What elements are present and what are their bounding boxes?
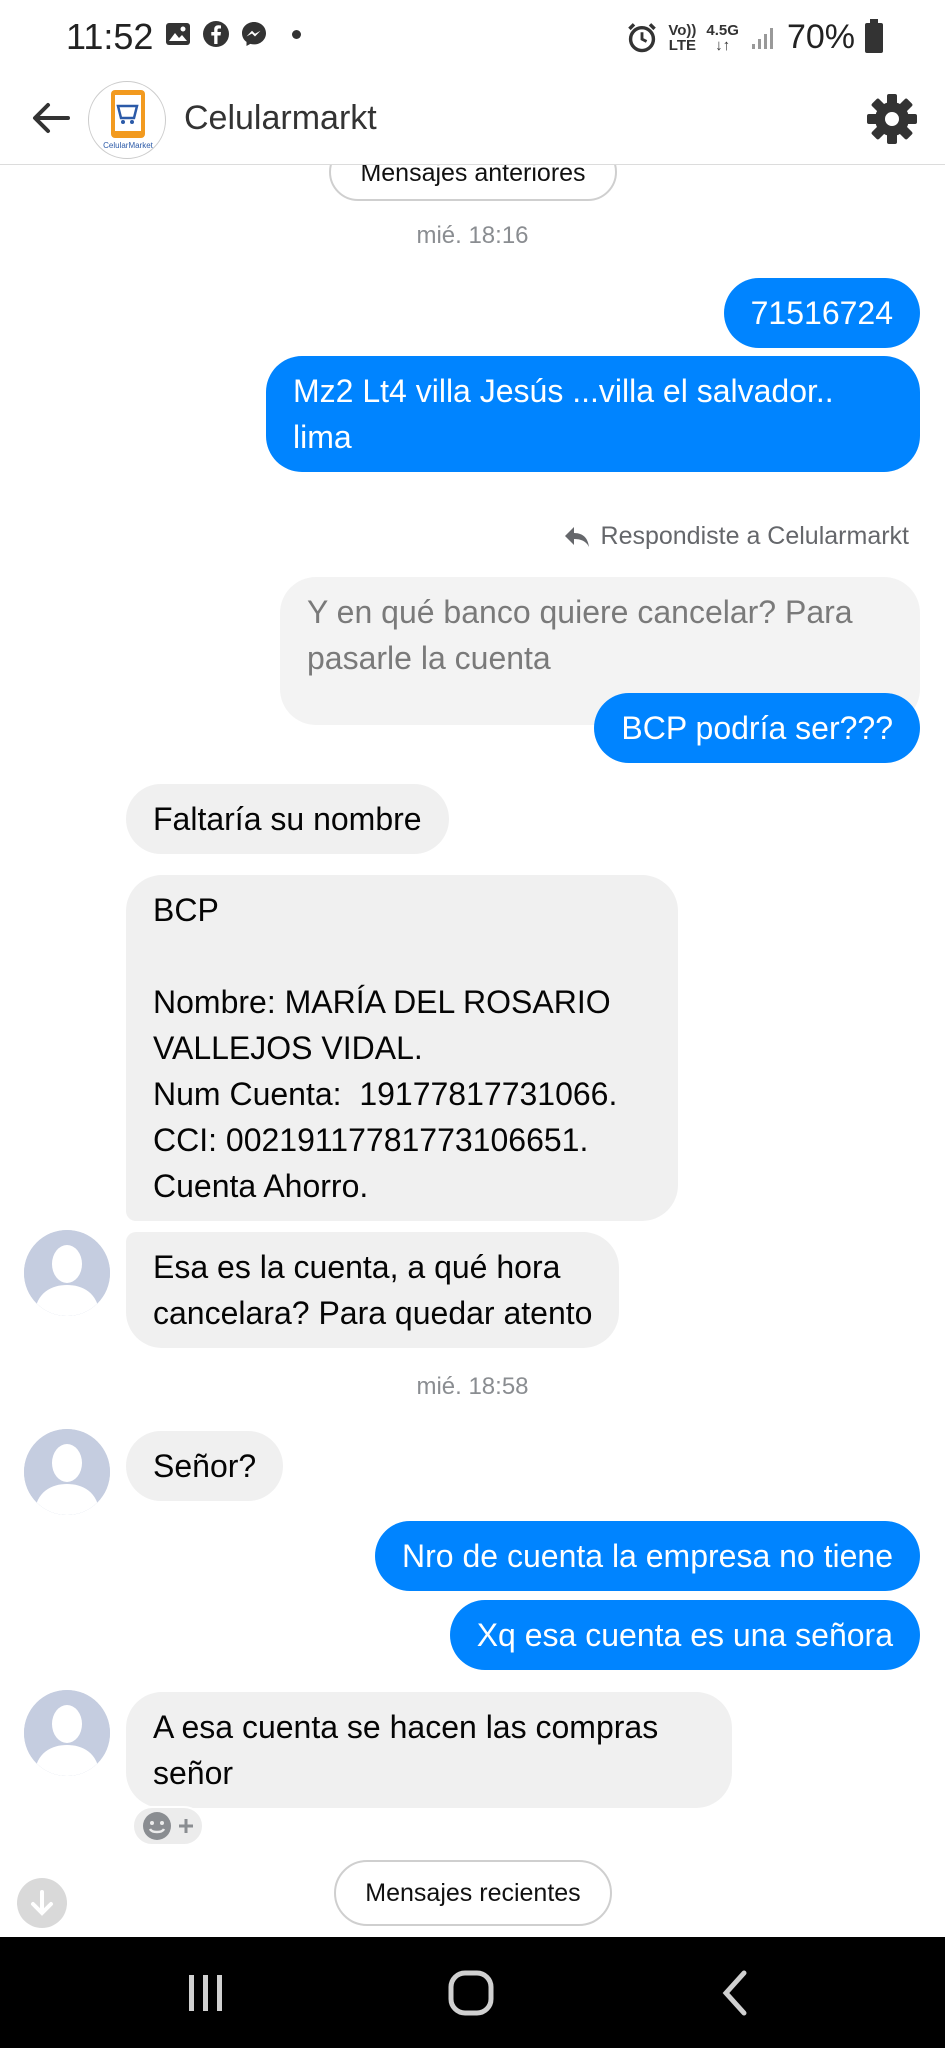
battery-percent: 70% [786, 18, 855, 56]
back-icon[interactable] [706, 1965, 766, 2021]
outgoing-message[interactable]: 71516724 [723, 278, 920, 348]
default-user-icon [24, 1429, 110, 1515]
plus-icon [179, 1819, 193, 1833]
reply-indicator: Respondiste a Celularmarkt [563, 522, 909, 551]
network-type: 4.5G ↓↑ [706, 21, 739, 54]
messenger-icon [242, 22, 266, 46]
incoming-message[interactable]: Esa es la cuenta, a qué hora cancelara? … [126, 1232, 620, 1348]
contact-avatar[interactable] [24, 1230, 110, 1316]
incoming-message[interactable]: A esa cuenta se hacen las compras señor [126, 1692, 732, 1808]
incoming-message[interactable]: Señor? [126, 1431, 284, 1501]
svg-text:CelularMarket: CelularMarket [103, 141, 154, 150]
conversation-title[interactable]: Celularmarkt [184, 99, 377, 138]
system-navigation-bar [0, 1937, 945, 2048]
volte-indicator: Vo)) LTE [668, 21, 697, 54]
arrow-down-icon [31, 1890, 53, 1916]
settings-gear-icon[interactable] [865, 92, 919, 146]
default-user-icon [24, 1690, 110, 1776]
signal-icon [751, 27, 773, 49]
contact-avatar[interactable] [24, 1429, 110, 1515]
notification-icons [164, 20, 301, 48]
outgoing-message[interactable]: Mz2 Lt4 villa Jesús ...villa el salvador… [266, 356, 920, 472]
smiley-icon [143, 1812, 171, 1840]
battery-icon [865, 18, 883, 53]
timestamp: mié. 18:58 [416, 1373, 529, 1400]
outgoing-message[interactable]: Nro de cuenta la empresa no tiene [375, 1521, 920, 1591]
celularmarket-logo-icon: CelularMarket [103, 90, 154, 150]
default-user-icon [24, 1230, 110, 1316]
alarm-icon [628, 22, 657, 52]
status-time: 11:52 [66, 16, 154, 57]
recent-apps-icon[interactable] [176, 1965, 236, 2021]
outgoing-message[interactable]: Xq esa cuenta es una señora [449, 1600, 920, 1670]
page-avatar[interactable]: CelularMarket [88, 81, 166, 159]
back-arrow-icon[interactable] [28, 95, 74, 141]
reply-arrow-icon [564, 526, 589, 547]
recent-messages-button[interactable]: Mensajes recientes [334, 1860, 612, 1926]
gallery-icon [166, 23, 190, 45]
status-right: Vo)) LTE 4.5G ↓↑ 70% [626, 18, 883, 57]
facebook-icon [203, 21, 229, 47]
home-icon[interactable] [441, 1965, 501, 2021]
status-bar: 11:52 Vo)) LTE 4.5G ↓↑ 70% [0, 0, 945, 75]
more-notifications-dot [292, 29, 301, 39]
scroll-down-button[interactable] [17, 1878, 67, 1928]
add-reaction-button[interactable] [132, 1806, 204, 1846]
conversation-header: CelularMarket Celularmarkt [0, 75, 945, 165]
outgoing-message[interactable]: BCP podría ser??? [594, 693, 920, 763]
contact-avatar[interactable] [24, 1690, 110, 1776]
incoming-message[interactable]: BCP Nombre: MARÍA DEL ROSARIO VALLEJOS V… [126, 875, 678, 1221]
timestamp: mié. 18:16 [416, 222, 529, 249]
incoming-message[interactable]: Faltaría su nombre [126, 784, 449, 854]
